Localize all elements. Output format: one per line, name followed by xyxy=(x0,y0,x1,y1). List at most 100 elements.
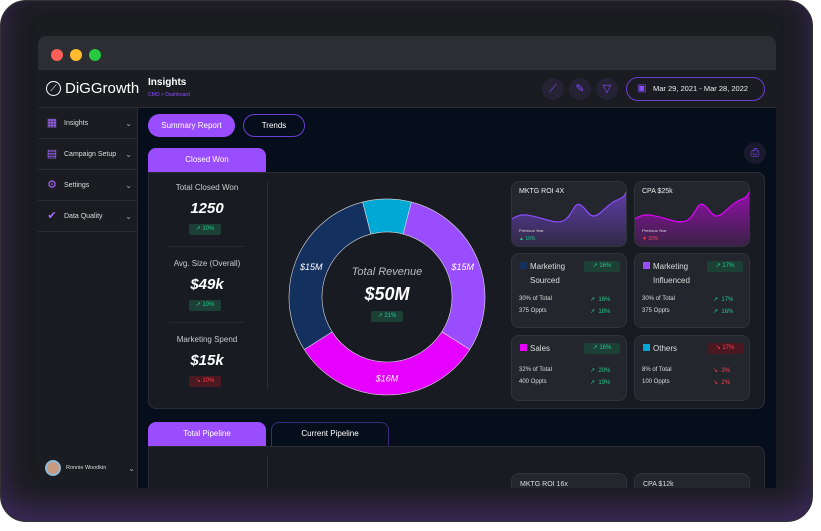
minimize-button[interactable] xyxy=(70,49,82,61)
segment-card: Marketing Influenced ↗ 17% 30% of Total ↗ … xyxy=(634,253,750,328)
kpi-change-badge: ↗ 10% xyxy=(189,224,221,235)
card-change: ▲ 10% xyxy=(519,236,536,242)
segment-stat-change: ↗ 18% xyxy=(590,309,611,315)
chevron-down-icon: ⌄ xyxy=(125,149,132,159)
segment-name-line1: Marketing xyxy=(653,262,689,271)
tab-closed-won[interactable]: Closed Won xyxy=(148,148,266,172)
badge-value: 10% xyxy=(202,226,215,232)
grid-icon: ▦ xyxy=(46,117,58,129)
card-title: MKTG ROI 4X xyxy=(519,188,565,195)
chevron-down-icon: ⌄ xyxy=(128,463,135,473)
print-icon[interactable]: ⎙ xyxy=(744,142,766,164)
closed-won-panel: Total Closed Won 1250 ↗ 10% Avg. Size (Ov… xyxy=(148,172,765,409)
tab-summary-report[interactable]: Summary Report xyxy=(148,114,235,137)
legend-swatch xyxy=(643,262,650,269)
segment-name-line1: Sales xyxy=(530,344,551,353)
spark-card: CPA $25k Previous Year ▼ 20% xyxy=(634,181,750,247)
badge-value: 17% xyxy=(722,263,735,269)
segment-card: Others ↘ 17% 8% of Total ↘ 3% 100 Oppts ↘ … xyxy=(634,335,750,401)
brand-name: DiGGrowth xyxy=(65,80,140,97)
sidebar-item-insights[interactable]: ▦ Insights ⌄ xyxy=(38,108,138,139)
pin-icon[interactable]: ✎ xyxy=(569,78,591,100)
donut-center-value: $50M xyxy=(364,284,410,304)
segment-stat: 30% of Total xyxy=(519,296,552,302)
segment-name: Sales xyxy=(530,342,550,356)
segment-stat: 30% of Total xyxy=(642,296,675,302)
kpi-value: 1250 xyxy=(190,200,224,217)
segment-badge: ↗ 16% xyxy=(584,261,620,272)
calendar-icon: ▣ xyxy=(637,83,647,94)
change-value: 17% xyxy=(721,297,734,303)
kpi-label: Marketing Spend xyxy=(176,335,238,344)
segment-stat: 375 Oppts xyxy=(519,308,547,314)
tab-trends[interactable]: Trends xyxy=(243,114,305,137)
sidebar-item-label: Settings xyxy=(64,181,90,189)
segment-name-line2: Influenced xyxy=(653,276,690,285)
card-subtitle: Previous Year xyxy=(519,228,544,233)
segment-badge: ↗ 16% xyxy=(584,343,620,354)
segment-stat-change: ↗ 20% xyxy=(590,368,611,374)
segment-stat-change: ↗ 16% xyxy=(713,309,734,315)
card-subtitle: Previous Year xyxy=(642,228,667,233)
segment-badge: ↘ 17% xyxy=(707,343,743,354)
sidebar-item-data-quality[interactable]: ✔ Data Quality ⌄ xyxy=(38,201,138,232)
date-range-picker[interactable]: ▣ Mar 29, 2021 - Mar 28, 2022 xyxy=(626,77,765,101)
donut-center-title: Total Revenue xyxy=(351,266,423,278)
kpi-value: $15k xyxy=(190,352,224,369)
badge-value: 17% xyxy=(722,345,735,351)
filter-icon[interactable]: ▽ xyxy=(596,78,618,100)
avatar xyxy=(45,460,61,476)
segment-stat: 100 Oppts xyxy=(642,379,670,385)
donut-slice-label: $15M xyxy=(299,262,323,272)
donut-slice[interactable] xyxy=(362,198,412,235)
badge-value: 21% xyxy=(384,313,397,319)
card-title: CPA $25k xyxy=(642,188,673,195)
campaign-icon: ▤ xyxy=(46,148,58,160)
gear-icon: ⚙ xyxy=(47,179,57,191)
page-title: Insights xyxy=(148,77,187,88)
change-value: 16% xyxy=(598,297,611,303)
kpi-label: Avg. Size (Overall) xyxy=(173,259,241,268)
segment-name: Marketing Sourced xyxy=(530,260,565,288)
change-value: 20% xyxy=(648,236,659,242)
card-title: MKTG ROI 16x xyxy=(520,481,568,488)
segment-stat-change: ↗ 19% xyxy=(590,380,611,386)
donut-slice-label: $16M xyxy=(375,374,399,384)
kpi-value: $49k xyxy=(190,276,224,293)
badge-value: 16% xyxy=(599,263,612,269)
sidebar-item-label: Campaign Setup xyxy=(64,150,117,158)
maximize-button[interactable] xyxy=(89,49,101,61)
sidebar-item-settings[interactable]: ⚙ Settings ⌄ xyxy=(38,170,138,201)
logo: ⟋ DiGGrowth xyxy=(46,80,139,97)
check-badge-icon: ✔ xyxy=(47,210,57,222)
legend-swatch xyxy=(643,344,650,351)
badge-value: 16% xyxy=(599,345,612,351)
change-value: 18% xyxy=(598,309,611,315)
title-bar xyxy=(38,36,776,70)
card-title: CPA $12k xyxy=(643,481,674,488)
kpi-change-badge: ↗ 10% xyxy=(189,300,221,311)
change-value: 10% xyxy=(525,236,536,242)
tab-current-pipeline[interactable]: Current Pipeline xyxy=(271,422,389,446)
change-value: 20% xyxy=(598,368,611,374)
chevron-down-icon: ⌄ xyxy=(125,118,132,128)
spark-card: MKTG ROI 4X Previous Year ▲ 10% xyxy=(511,181,627,247)
date-range-text: Mar 29, 2021 - Mar 28, 2022 xyxy=(653,84,749,93)
legend-swatch xyxy=(520,262,527,269)
pipeline-panel: MKTG ROI 16x CPA $12k xyxy=(148,446,765,488)
user-menu[interactable]: Ronnie Woodkin ⌄ xyxy=(45,460,137,476)
legend-swatch xyxy=(520,344,527,351)
segment-stat-change: ↘ 2% xyxy=(713,380,731,386)
close-button[interactable] xyxy=(51,49,63,61)
donut-slice-label: $15M xyxy=(451,262,475,272)
donut-slice[interactable] xyxy=(303,331,471,396)
badge-value: 10% xyxy=(202,378,215,384)
sidebar-item-campaign-setup[interactable]: ▤ Campaign Setup ⌄ xyxy=(38,139,138,170)
chart-line-icon[interactable]: ⟋ xyxy=(542,78,564,100)
tab-total-pipeline[interactable]: Total Pipeline xyxy=(148,422,266,446)
segment-name-line1: Others xyxy=(653,344,678,353)
pipeline-roi-card: MKTG ROI 16x xyxy=(511,473,627,488)
segment-stat-change: ↘ 3% xyxy=(713,368,731,374)
breadcrumb[interactable]: CMO > Dashboard xyxy=(148,92,190,98)
kpi-label: Total Closed Won xyxy=(175,183,239,192)
